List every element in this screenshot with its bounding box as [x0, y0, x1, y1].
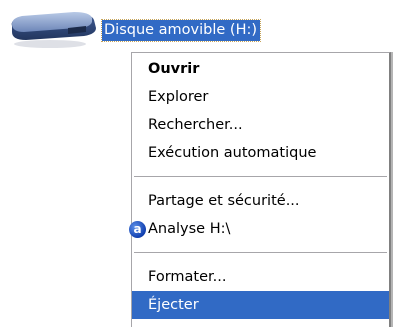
menu-item-label: Rechercher... [148, 117, 243, 133]
menu-item-open[interactable]: Ouvrir [132, 55, 389, 83]
menu-item-scan[interactable]: a Analyse H:\ [129, 215, 389, 243]
menu-item-label: Partage et sécurité... [148, 193, 300, 209]
menu-item-search[interactable]: Rechercher... [132, 111, 389, 139]
menu-item-label: Exécution automatique [148, 145, 317, 161]
menu-item-eject[interactable]: Éjecter [132, 291, 389, 319]
menu-item-label: Éjecter [148, 297, 199, 313]
menu-separator [134, 176, 387, 177]
menu-item-format[interactable]: Formater... [132, 263, 389, 291]
context-menu: Ouvrir Explorer Rechercher... Exécution … [129, 52, 391, 327]
removable-drive-icon [11, 12, 97, 48]
menu-separator [134, 252, 387, 253]
menu-item-label: Ouvrir [148, 61, 200, 77]
menu-item-sharing-security[interactable]: Partage et sécurité... [132, 187, 389, 215]
drive-label[interactable]: Disque amovible (H:) [100, 19, 262, 42]
menu-item-label: Analyse H:\ [148, 221, 231, 237]
menu-item-explore[interactable]: Explorer [132, 83, 389, 111]
desktop-drive[interactable]: Disque amovible (H:) [6, 6, 262, 50]
menu-item-label: Formater... [148, 269, 227, 285]
antivirus-a-icon: a [129, 220, 146, 238]
menu-item-autoplay[interactable]: Exécution automatique [132, 139, 389, 167]
menu-item-label: Explorer [148, 89, 209, 105]
